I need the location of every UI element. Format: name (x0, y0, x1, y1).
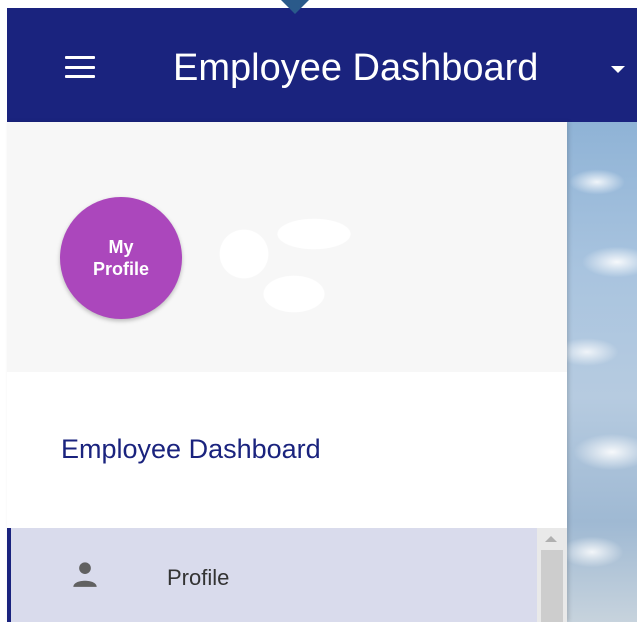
avatar-line-2: Profile (92, 259, 149, 279)
screen: Employee Dashboard My Profile Employee D… (0, 0, 637, 622)
nav-item-label: Profile (167, 565, 230, 590)
app-bar: Employee Dashboard (7, 8, 637, 122)
caret-down-icon[interactable] (611, 66, 625, 73)
scroll-up-arrow-icon[interactable] (545, 536, 557, 542)
scrollbar-thumb[interactable] (541, 550, 563, 622)
background-image (567, 122, 637, 622)
app-title: Employee Dashboard (173, 47, 539, 89)
drawer-nav-list: Profile (7, 528, 567, 622)
hamburger-menu-icon[interactable] (65, 56, 95, 78)
drawer-scrollbar[interactable] (537, 528, 567, 622)
drawer-header: My Profile (7, 122, 567, 372)
pointer-notch (281, 0, 309, 14)
nav-item-profile[interactable]: Profile (7, 528, 537, 622)
person-icon (73, 562, 97, 587)
avatar-line-1: My (108, 237, 134, 257)
redacted-user-info (204, 204, 404, 324)
navigation-drawer: My Profile Employee Dashboard Profile (7, 122, 567, 622)
drawer-heading: Employee Dashboard (61, 434, 321, 464)
my-profile-avatar[interactable]: My Profile (60, 197, 182, 319)
